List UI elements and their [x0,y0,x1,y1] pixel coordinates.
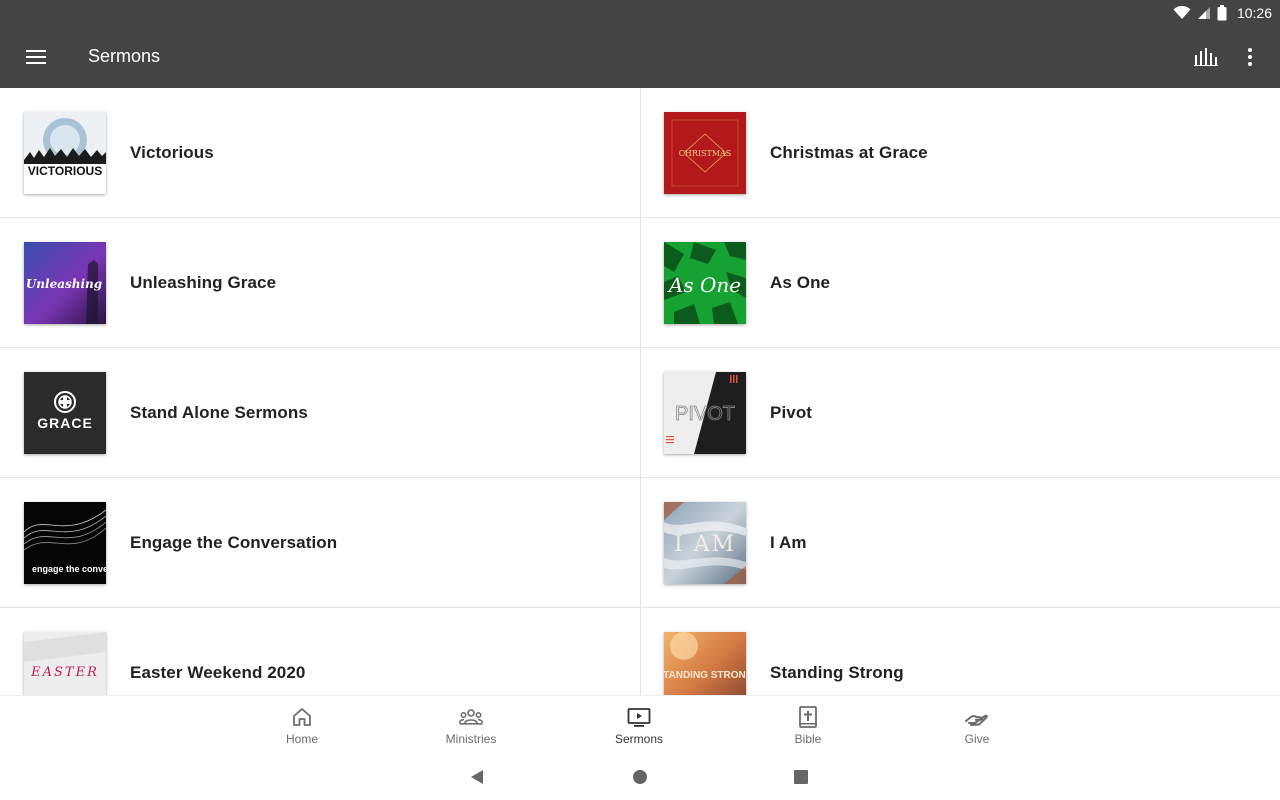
column-divider [640,88,641,695]
back-triangle-icon [471,770,483,784]
more-vert-icon [1248,48,1252,66]
sermon-artwork-i-am: I AM [664,502,746,584]
audio-button[interactable] [1184,35,1228,79]
cell-signal-icon [1197,7,1210,19]
sermon-title: As One [770,273,831,292]
sermon-artwork-standing-strong: STANDING STRONG [664,632,746,695]
sermon-artwork-stand-alone-sermons: GRACE [24,372,106,454]
sermon-title: Victorious [130,143,214,162]
overflow-menu-button[interactable] [1228,35,1272,79]
sermon-artwork-unleashing-grace: Unleashing [24,242,106,324]
hamburger-menu-icon [26,50,46,64]
art-text: GRACE [37,415,93,431]
sermon-title: Easter Weekend 2020 [130,663,306,682]
sermon-item-christmas-at-grace[interactable]: CHRISTMAS Christmas at Grace [640,88,1280,218]
system-back-button[interactable] [463,763,491,791]
art-text: As One [667,273,741,297]
system-navigation-bar [0,753,1280,800]
nav-item-home[interactable]: Home [242,696,362,754]
sermon-title: Unleashing Grace [130,273,277,292]
nav-label: Sermons [614,732,664,746]
wifi-icon [1173,6,1191,19]
nav-item-sermons[interactable]: Sermons [579,696,699,754]
sermon-title: I Am [770,533,807,552]
art-text: Unleashing [26,277,102,291]
tv-play-icon [627,708,651,727]
art-text: VICTORIOUS [28,164,102,178]
sermon-list: VICTORIOUS Victorious Unleashing Unleash… [0,88,1280,695]
nav-label: Give [964,732,990,746]
sermon-artwork-as-one: As One [664,242,746,324]
status-icons: 10:26 [1173,0,1272,26]
sermon-title: Stand Alone Sermons [130,403,308,422]
sermon-item-standing-strong[interactable]: STANDING STRONG Standing Strong [640,608,1280,695]
battery-icon [1217,5,1227,21]
sermon-title: Pivot [770,403,813,422]
app-bar: Sermons [0,26,1280,88]
status-bar: 10:26 [0,0,1280,26]
status-time: 10:26 [1236,5,1272,21]
sermon-artwork-pivot: PIVOT [664,372,746,454]
sermon-item-stand-alone-sermons[interactable]: GRACE Stand Alone Sermons [0,348,640,478]
system-home-button[interactable] [626,763,654,791]
art-text: STANDING STRONG [664,670,746,681]
art-text: CHRISTMAS [679,149,732,158]
nav-item-give[interactable]: Give [917,696,1037,754]
sermon-item-i-am[interactable]: I AM I Am [640,478,1280,608]
sermon-item-unleashing-grace[interactable]: Unleashing Unleashing Grace [0,218,640,348]
art-text: EASTER [30,665,99,680]
sermon-artwork-christmas-at-grace: CHRISTMAS [664,112,746,194]
nav-label: Home [285,732,318,746]
sermon-artwork-engage-the-conversation: engage the conversation [24,502,106,584]
sermon-title: Standing Strong [770,663,904,682]
menu-button[interactable] [14,35,58,79]
nav-item-ministries[interactable]: Ministries [411,696,531,754]
people-group-icon [459,709,483,725]
sermon-item-engage-the-conversation[interactable]: engage the conversation Engage the Conve… [0,478,640,608]
giving-hand-icon [965,714,988,726]
sermon-item-pivot[interactable]: PIVOT Pivot [640,348,1280,478]
art-text: I AM [674,532,736,557]
home-icon [293,708,311,726]
sermon-item-as-one[interactable]: As One As One [640,218,1280,348]
art-text: engage the conversation [32,564,106,574]
sermon-title: Christmas at Grace [770,143,928,162]
sermon-artwork-victorious: VICTORIOUS [24,112,106,194]
art-text: PIVOT [675,403,735,425]
sermon-title: Engage the Conversation [130,533,338,552]
home-circle-icon [633,770,647,784]
nav-label: Ministries [445,732,497,746]
sermon-item-easter-weekend-2020[interactable]: EASTER Easter Weekend 2020 [0,608,640,695]
nav-item-bible[interactable]: Bible [748,696,868,754]
recents-square-icon [794,770,808,784]
page-title: Sermons [88,46,161,66]
nav-label: Bible [794,732,822,746]
sermon-item-victorious[interactable]: VICTORIOUS Victorious [0,88,640,218]
sermon-artwork-easter-weekend-2020: EASTER [24,632,106,695]
audio-bars-icon [1194,48,1218,66]
system-recents-button[interactable] [787,763,815,791]
bible-book-icon [799,706,817,728]
bottom-navigation: Home Ministries Sermons Bible Give [0,695,1280,753]
